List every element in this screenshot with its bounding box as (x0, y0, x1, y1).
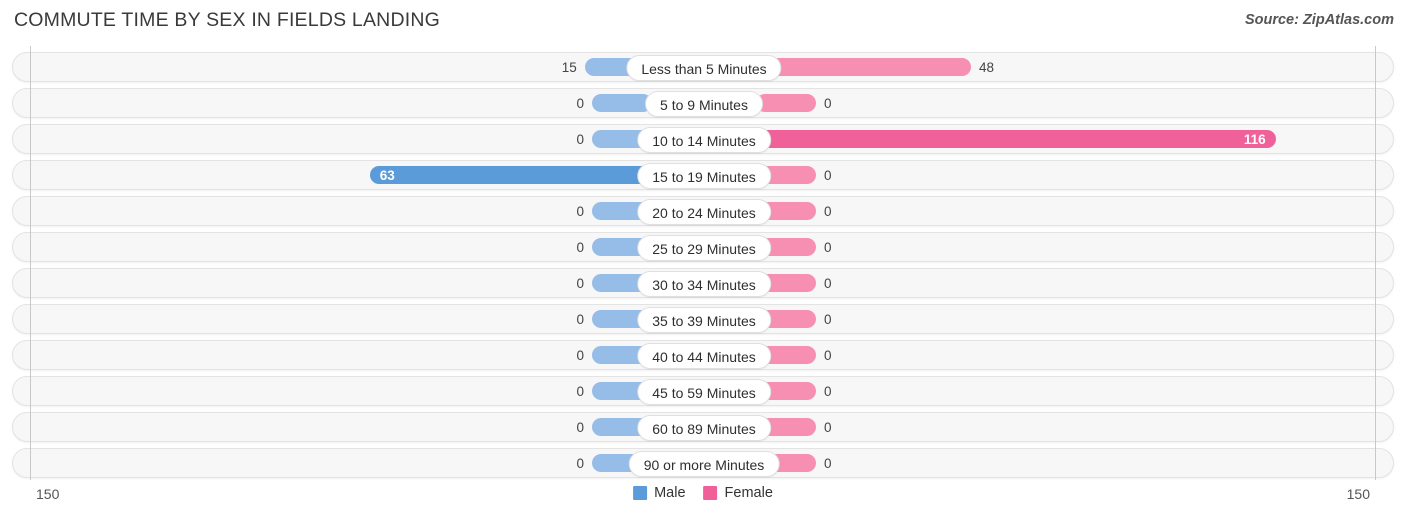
bar-value-male: 0 (576, 456, 584, 471)
bar-value-female: 0 (824, 276, 832, 291)
category-label: 60 to 89 Minutes (637, 415, 771, 441)
bar-row-inner: 0 0 5 to 9 Minutes (13, 89, 1393, 117)
bar-row-inner: 0 0 30 to 34 Minutes (13, 269, 1393, 297)
bar-row-inner: 63 0 15 to 19 Minutes (13, 161, 1393, 189)
legend-swatch-female-icon (703, 486, 718, 500)
table-row[interactable]: 0 0 5 to 9 Minutes (12, 88, 1394, 118)
legend-item-female[interactable]: Female (703, 485, 773, 501)
axis-tick-right: 150 (1346, 486, 1370, 502)
chart-plot-area: 15 48 Less than 5 Minutes 0 0 5 to 9 Minutes 0… (0, 44, 1406, 480)
bar-female[interactable] (756, 94, 816, 112)
chart-footer: 150 150 Male Female (0, 480, 1406, 523)
category-label: Less than 5 Minutes (626, 55, 782, 81)
bar-row-inner: 0 0 25 to 29 Minutes (13, 233, 1393, 261)
table-row[interactable]: 0 0 90 or more Minutes (12, 448, 1394, 478)
bar-value-female: 0 (824, 168, 832, 183)
bar-row-inner: 0 0 90 or more Minutes (13, 449, 1393, 477)
category-label: 45 to 59 Minutes (637, 379, 771, 405)
axis-line-left (30, 46, 31, 480)
category-label: 10 to 14 Minutes (637, 127, 771, 153)
bar-row-inner: 0 0 35 to 39 Minutes (13, 305, 1393, 333)
category-label: 15 to 19 Minutes (637, 163, 771, 189)
table-row[interactable]: 0 0 35 to 39 Minutes (12, 304, 1394, 334)
chart-header: COMMUTE TIME BY SEX IN FIELDS LANDING So… (0, 0, 1406, 44)
legend-item-male[interactable]: Male (633, 485, 686, 501)
bar-value-male: 0 (576, 240, 584, 255)
bar-row-inner: 0 0 45 to 59 Minutes (13, 377, 1393, 405)
bar-value-female: 48 (979, 60, 995, 75)
bar-row-inner: 0 0 20 to 24 Minutes (13, 197, 1393, 225)
category-label: 30 to 34 Minutes (637, 271, 771, 297)
bar-value-male: 0 (576, 204, 584, 219)
bar-value-female: 0 (824, 96, 832, 111)
legend-label-male: Male (654, 485, 686, 501)
bar-value-female: 0 (824, 384, 832, 399)
bar-value-female: 0 (824, 456, 832, 471)
legend-swatch-male-icon (633, 486, 648, 500)
category-label: 40 to 44 Minutes (637, 343, 771, 369)
bar-value-female: 116 (1243, 132, 1266, 147)
table-row[interactable]: 0 0 30 to 34 Minutes (12, 268, 1394, 298)
bar-value-male: 0 (576, 420, 584, 435)
bar-value-male: 0 (576, 96, 584, 111)
table-row[interactable]: 0 0 45 to 59 Minutes (12, 376, 1394, 406)
table-row[interactable]: 0 0 60 to 89 Minutes (12, 412, 1394, 442)
axis-line-right (1375, 46, 1376, 480)
table-row[interactable]: 63 0 15 to 19 Minutes (12, 160, 1394, 190)
table-row[interactable]: 0 0 25 to 29 Minutes (12, 232, 1394, 262)
bar-female[interactable] (756, 58, 972, 76)
bar-value-male: 0 (576, 312, 584, 327)
category-label: 35 to 39 Minutes (637, 307, 771, 333)
bar-value-female: 0 (824, 420, 832, 435)
bar-row-inner: 15 48 Less than 5 Minutes (13, 53, 1393, 81)
page-title: COMMUTE TIME BY SEX IN FIELDS LANDING (14, 9, 441, 31)
axis-tick-left: 150 (36, 486, 60, 502)
bar-value-male: 0 (576, 348, 584, 363)
bar-value-male: 15 (561, 60, 577, 75)
bar-female[interactable] (756, 130, 1276, 148)
category-label: 5 to 9 Minutes (645, 91, 763, 117)
category-label: 90 or more Minutes (628, 451, 780, 477)
table-row[interactable]: 15 48 Less than 5 Minutes (12, 52, 1394, 82)
bar-male[interactable] (369, 166, 652, 184)
category-label: 25 to 29 Minutes (637, 235, 771, 261)
bar-value-female: 0 (824, 204, 832, 219)
bar-value-female: 0 (824, 240, 832, 255)
category-label: 20 to 24 Minutes (637, 199, 771, 225)
bar-row-inner: 0 116 10 to 14 Minutes (13, 125, 1393, 153)
bar-value-female: 0 (824, 312, 832, 327)
bar-value-female: 0 (824, 348, 832, 363)
table-row[interactable]: 0 116 10 to 14 Minutes (12, 124, 1394, 154)
chart-legend: Male Female (633, 485, 773, 501)
bar-value-male: 0 (576, 384, 584, 399)
bar-value-male: 0 (576, 132, 584, 147)
bar-value-male: 0 (576, 276, 584, 291)
source-attribution: Source: ZipAtlas.com (1244, 12, 1394, 28)
bar-row-inner: 0 0 40 to 44 Minutes (13, 341, 1393, 369)
bar-male[interactable] (592, 94, 652, 112)
bar-row-inner: 0 0 60 to 89 Minutes (13, 413, 1393, 441)
bar-value-male: 63 (379, 168, 395, 183)
legend-label-female: Female (724, 485, 773, 501)
table-row[interactable]: 0 0 40 to 44 Minutes (12, 340, 1394, 370)
table-row[interactable]: 0 0 20 to 24 Minutes (12, 196, 1394, 226)
